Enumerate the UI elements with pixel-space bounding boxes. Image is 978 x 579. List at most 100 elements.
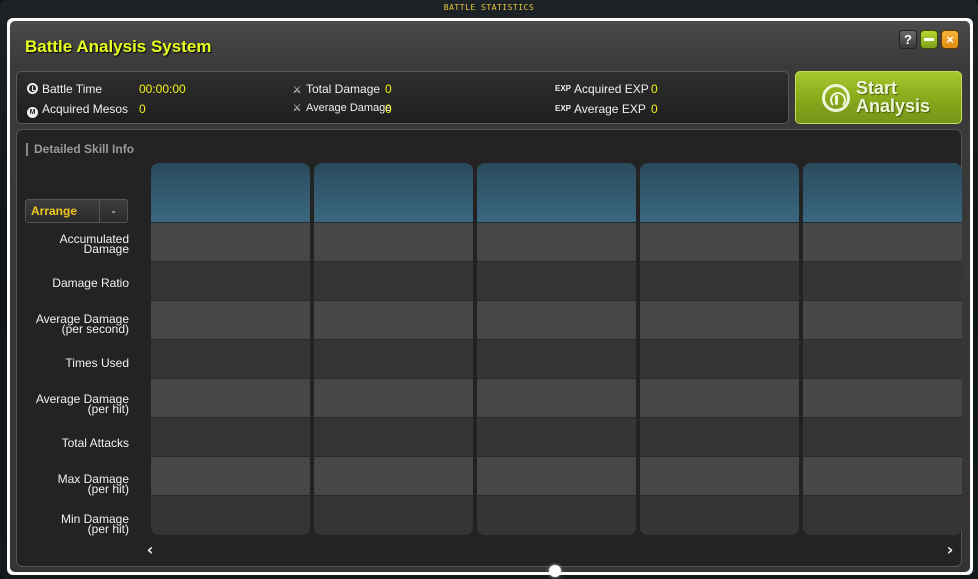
chevron-left-icon: ‹ bbox=[146, 540, 154, 559]
skill-stat-cell bbox=[151, 301, 310, 340]
question-icon: ? bbox=[904, 32, 912, 47]
skill-stat-cell bbox=[477, 340, 636, 379]
stat-average-exp: EXP Average EXP 0 bbox=[555, 102, 658, 116]
skill-stat-cell bbox=[803, 379, 962, 418]
row-label-main: Times Used bbox=[65, 356, 129, 370]
stat-label: Average Damage bbox=[306, 102, 392, 114]
skill-stat-cell bbox=[640, 457, 799, 496]
skill-stat-cell bbox=[477, 496, 636, 535]
stat-value: 0 bbox=[651, 82, 658, 96]
skill-stat-cell bbox=[640, 418, 799, 457]
sword-icon: ⚔ bbox=[292, 85, 302, 96]
chevron-right-icon: › bbox=[946, 540, 954, 559]
skill-slot-header bbox=[151, 163, 310, 223]
skill-column bbox=[640, 163, 799, 535]
page-indicator-dot[interactable] bbox=[549, 565, 561, 577]
skill-stat-cell bbox=[803, 340, 962, 379]
row-label: Times Used bbox=[21, 356, 129, 370]
skill-stat-cell bbox=[477, 262, 636, 301]
gauge-icon bbox=[822, 84, 850, 112]
skill-stat-cell bbox=[151, 496, 310, 535]
skill-stat-cell bbox=[803, 301, 962, 340]
row-label: Accumulated Damage bbox=[21, 233, 129, 255]
skill-stat-cell bbox=[151, 379, 310, 418]
stat-value: 0 bbox=[385, 102, 392, 116]
close-button[interactable]: × bbox=[941, 30, 959, 49]
stat-label: Average EXP bbox=[574, 102, 646, 116]
skill-stat-cell bbox=[640, 262, 799, 301]
skill-stat-cell bbox=[477, 301, 636, 340]
clock-icon bbox=[27, 83, 38, 94]
row-label-main: Total Attacks bbox=[61, 436, 129, 450]
skill-stat-cell bbox=[314, 262, 473, 301]
stat-total-damage: ⚔ Total Damage 0 bbox=[291, 82, 392, 96]
exp-icon: EXP bbox=[555, 104, 572, 113]
meso-icon: M bbox=[27, 107, 38, 118]
detailed-skill-info-panel: Detailed Skill Info Arrange ⌄ Accumulate… bbox=[16, 129, 962, 577]
skill-stat-cell bbox=[477, 457, 636, 496]
skill-slot-header bbox=[640, 163, 799, 223]
row-label: Min Damage (per hit) bbox=[21, 513, 129, 535]
row-label: Damage Ratio bbox=[21, 276, 129, 290]
stat-value: 0 bbox=[139, 102, 146, 116]
skill-stat-cell bbox=[151, 262, 310, 301]
skill-stat-cell bbox=[803, 457, 962, 496]
skill-stat-cell bbox=[151, 223, 310, 262]
stat-label: Battle Time bbox=[42, 82, 103, 96]
help-button[interactable]: ? bbox=[899, 30, 917, 49]
start-label-line2: Analysis bbox=[856, 96, 931, 116]
skill-stat-cell bbox=[151, 457, 310, 496]
skill-column bbox=[151, 163, 310, 535]
start-analysis-button[interactable]: Start Analysis bbox=[795, 71, 962, 124]
game-frame: BATTLE STATISTICS Battle Analysis System… bbox=[0, 0, 978, 579]
skill-column bbox=[477, 163, 636, 535]
arrange-label: Arrange bbox=[31, 204, 78, 218]
skill-stat-cell bbox=[477, 379, 636, 418]
section-title: Detailed Skill Info bbox=[26, 143, 134, 156]
skill-slot-header bbox=[314, 163, 473, 223]
window-title: Battle Analysis System bbox=[25, 37, 212, 56]
skill-stat-cell bbox=[314, 457, 473, 496]
stat-label: Acquired Mesos bbox=[42, 102, 129, 116]
next-page-button[interactable]: › bbox=[943, 540, 957, 559]
skill-stat-cell bbox=[477, 223, 636, 262]
skill-stat-cell bbox=[803, 496, 962, 535]
skill-stat-cell bbox=[314, 418, 473, 457]
sword-icon: ⚔ bbox=[292, 103, 302, 114]
skill-stat-cell bbox=[640, 340, 799, 379]
stat-label: Total Damage bbox=[306, 82, 381, 96]
row-label-main: Damage Ratio bbox=[52, 276, 129, 290]
skill-stat-cell bbox=[803, 418, 962, 457]
skill-stat-cell bbox=[640, 301, 799, 340]
minimize-icon bbox=[924, 38, 934, 41]
start-label-line1: Start bbox=[856, 78, 898, 98]
skill-stat-cell bbox=[151, 418, 310, 457]
skill-stat-cell bbox=[314, 301, 473, 340]
row-label: Average Damage (per hit) bbox=[21, 393, 129, 415]
stat-value: 0 bbox=[385, 82, 392, 96]
skill-slot-header bbox=[803, 163, 962, 223]
skill-stat-cell bbox=[151, 340, 310, 379]
chevron-down-icon[interactable]: ⌄ bbox=[99, 200, 127, 222]
stat-battle-time: Battle Time 00:00:00 bbox=[27, 82, 186, 96]
skill-stat-cell bbox=[803, 223, 962, 262]
stat-acquired-mesos: M Acquired Mesos 0 bbox=[27, 102, 146, 118]
prev-page-button[interactable]: ‹ bbox=[143, 540, 157, 559]
skill-stat-cell bbox=[477, 418, 636, 457]
skill-column bbox=[803, 163, 962, 535]
close-icon: × bbox=[946, 32, 954, 47]
skill-stat-cell bbox=[314, 496, 473, 535]
exp-icon: EXP bbox=[555, 84, 572, 93]
battle-stats-panel: Battle Time 00:00:00 M Acquired Mesos 0 ⚔… bbox=[16, 71, 789, 124]
minimize-button[interactable] bbox=[920, 30, 938, 49]
frame-title: BATTLE STATISTICS bbox=[443, 3, 535, 12]
start-analysis-label: Start Analysis bbox=[856, 79, 956, 115]
arrange-dropdown[interactable]: Arrange ⌄ bbox=[25, 199, 128, 223]
row-label: Average Damage (per second) bbox=[21, 313, 129, 335]
skill-stat-cell bbox=[314, 340, 473, 379]
row-label: Total Attacks bbox=[21, 436, 129, 450]
skill-stat-cell bbox=[803, 262, 962, 301]
skill-stat-cell bbox=[640, 223, 799, 262]
stat-acquired-exp: EXP Acquired EXP 0 bbox=[555, 82, 658, 96]
skill-column bbox=[314, 163, 473, 535]
